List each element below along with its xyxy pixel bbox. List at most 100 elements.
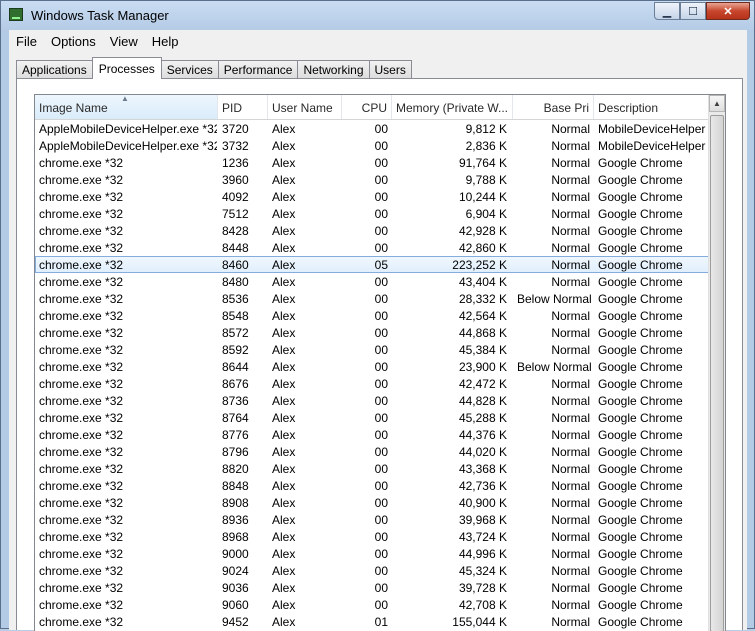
tab-users[interactable]: Users	[368, 60, 412, 79]
process-description: Google Chrome	[598, 411, 683, 425]
menu-options[interactable]: Options	[44, 34, 103, 49]
column-header-user-name[interactable]: User Name	[268, 95, 342, 119]
process-pid: 8676	[222, 377, 249, 391]
table-row[interactable]: chrome.exe *32 8448 Alex 00 42,860 K Normal Go…	[35, 239, 709, 256]
table-row[interactable]: chrome.exe *32 8936 Alex 00 39,968 K Normal Go…	[35, 511, 709, 528]
table-row[interactable]: chrome.exe *32 9060 Alex 00 42,708 K Normal Go…	[35, 596, 709, 613]
process-base-priority: Normal	[551, 530, 590, 544]
column-header-base-priority[interactable]: Base Pri	[513, 95, 594, 119]
process-description: MobileDeviceHelper	[598, 139, 706, 153]
process-description: Google Chrome	[598, 258, 683, 272]
process-image-name: chrome.exe *32	[39, 343, 124, 357]
column-header-description[interactable]: Description	[594, 95, 709, 119]
tab-networking[interactable]: Networking	[297, 60, 370, 79]
process-base-priority: Normal	[551, 411, 590, 425]
table-row[interactable]: chrome.exe *32 9036 Alex 00 39,728 K Normal Go…	[35, 579, 709, 596]
menu-help[interactable]: Help	[145, 34, 186, 49]
title-bar[interactable]: Windows Task Manager ▁ ☐ ✕	[1, 1, 754, 29]
process-user-name: Alex	[272, 411, 296, 425]
table-row[interactable]: chrome.exe *32 8644 Alex 00 23,900 K Below No…	[35, 358, 709, 375]
process-cpu: 00	[374, 564, 388, 578]
process-description: Google Chrome	[598, 156, 683, 170]
process-user-name: Alex	[272, 496, 296, 510]
process-description: Google Chrome	[598, 394, 683, 408]
process-memory: 43,724 K	[458, 530, 507, 544]
process-image-name: chrome.exe *32	[39, 513, 124, 527]
process-memory: 42,928 K	[458, 224, 507, 238]
table-row[interactable]: chrome.exe *32 8776 Alex 00 44,376 K Normal Go…	[35, 426, 709, 443]
process-user-name: Alex	[272, 598, 296, 612]
process-pid: 8592	[222, 343, 249, 357]
table-row[interactable]: chrome.exe *32 9024 Alex 00 45,324 K Normal Go…	[35, 562, 709, 579]
process-memory: 43,404 K	[458, 275, 507, 289]
process-memory: 45,384 K	[458, 343, 507, 357]
column-header-image-name[interactable]: ▲ Image Name	[35, 95, 218, 119]
table-row[interactable]: AppleMobileDeviceHelper.exe *32 3720 Alex 0…	[35, 120, 709, 137]
table-row[interactable]: chrome.exe *32 8820 Alex 00 43,368 K Normal Go…	[35, 460, 709, 477]
table-row[interactable]: chrome.exe *32 8572 Alex 00 44,868 K Normal Go…	[35, 324, 709, 341]
column-header-cpu[interactable]: CPU	[342, 95, 392, 119]
process-user-name: Alex	[272, 292, 296, 306]
vertical-scrollbar[interactable]: ▲	[708, 95, 725, 631]
table-row[interactable]: chrome.exe *32 1236 Alex 00 91,764 K Normal Go…	[35, 154, 709, 171]
process-pid: 1236	[222, 156, 249, 170]
menu-file[interactable]: File	[9, 34, 44, 49]
scroll-up-button[interactable]: ▲	[709, 95, 725, 112]
tab-processes[interactable]: Processes	[91, 57, 162, 79]
process-description: Google Chrome	[598, 207, 683, 221]
table-row[interactable]: chrome.exe *32 8796 Alex 00 44,020 K Normal Go…	[35, 443, 709, 460]
process-memory: 45,288 K	[458, 411, 507, 425]
process-image-name: chrome.exe *32	[39, 547, 124, 561]
process-cpu: 00	[374, 275, 388, 289]
process-pid: 8776	[222, 428, 249, 442]
process-base-priority: Normal	[551, 156, 590, 170]
table-row[interactable]: chrome.exe *32 8428 Alex 00 42,928 K Normal Go…	[35, 222, 709, 239]
table-row[interactable]: chrome.exe *32 8736 Alex 00 44,828 K Normal Go…	[35, 392, 709, 409]
table-row[interactable]: chrome.exe *32 4092 Alex 00 10,244 K Normal Go…	[35, 188, 709, 205]
process-list[interactable]: ▲ Image Name PID User Name CPU Memory (P…	[34, 94, 726, 631]
table-row[interactable]: chrome.exe *32 8968 Alex 00 43,724 K Normal Go…	[35, 528, 709, 545]
table-row[interactable]: chrome.exe *32 8460 Alex 05 223,252 K Normal G…	[35, 256, 709, 273]
process-pid: 8968	[222, 530, 249, 544]
table-row[interactable]: chrome.exe *32 8908 Alex 00 40,900 K Normal Go…	[35, 494, 709, 511]
process-image-name: chrome.exe *32	[39, 394, 124, 408]
minimize-button[interactable]: ▁	[654, 2, 680, 20]
maximize-button[interactable]: ☐	[680, 2, 706, 20]
table-row[interactable]: chrome.exe *32 8592 Alex 00 45,384 K Normal Go…	[35, 341, 709, 358]
close-button[interactable]: ✕	[706, 2, 750, 20]
tab-applications[interactable]: Applications	[16, 60, 93, 79]
process-base-priority: Normal	[551, 241, 590, 255]
process-pid: 8536	[222, 292, 249, 306]
menu-view[interactable]: View	[103, 34, 145, 49]
table-row[interactable]: chrome.exe *32 7512 Alex 00 6,904 K Normal Goo…	[35, 205, 709, 222]
table-row[interactable]: chrome.exe *32 8676 Alex 00 42,472 K Normal Go…	[35, 375, 709, 392]
table-row[interactable]: chrome.exe *32 9000 Alex 00 44,996 K Normal Go…	[35, 545, 709, 562]
process-memory: 28,332 K	[458, 292, 507, 306]
process-description: Google Chrome	[598, 428, 683, 442]
table-row[interactable]: chrome.exe *32 9452 Alex 01 155,044 K Normal G…	[35, 613, 709, 630]
tab-performance[interactable]: Performance	[217, 60, 299, 79]
process-base-priority: Normal	[551, 581, 590, 595]
process-pid: 8936	[222, 513, 249, 527]
process-base-priority: Normal	[551, 462, 590, 476]
table-row[interactable]: chrome.exe *32 8548 Alex 00 42,564 K Normal Go…	[35, 307, 709, 324]
process-image-name: chrome.exe *32	[39, 428, 124, 442]
process-image-name: chrome.exe *32	[39, 564, 124, 578]
process-base-priority: Normal	[551, 326, 590, 340]
column-header-memory[interactable]: Memory (Private W...	[392, 95, 513, 119]
window-title: Windows Task Manager	[31, 8, 169, 23]
process-cpu: 00	[374, 411, 388, 425]
table-row[interactable]: chrome.exe *32 8480 Alex 00 43,404 K Normal Go…	[35, 273, 709, 290]
table-row[interactable]: chrome.exe *32 8848 Alex 00 42,736 K Normal Go…	[35, 477, 709, 494]
column-header-pid[interactable]: PID	[218, 95, 268, 119]
process-base-priority: Normal	[551, 258, 590, 272]
process-image-name: chrome.exe *32	[39, 224, 124, 238]
table-row[interactable]: chrome.exe *32 3960 Alex 00 9,788 K Normal Goo…	[35, 171, 709, 188]
table-row[interactable]: chrome.exe *32 8536 Alex 00 28,332 K Below No…	[35, 290, 709, 307]
table-row[interactable]: chrome.exe *32 8764 Alex 00 45,288 K Normal Go…	[35, 409, 709, 426]
scrollbar-thumb[interactable]	[710, 115, 724, 631]
table-row[interactable]: AppleMobileDeviceHelper.exe *32 3732 Alex 0…	[35, 137, 709, 154]
tab-services[interactable]: Services	[160, 60, 219, 79]
process-description: Google Chrome	[598, 445, 683, 459]
process-cpu: 00	[374, 394, 388, 408]
